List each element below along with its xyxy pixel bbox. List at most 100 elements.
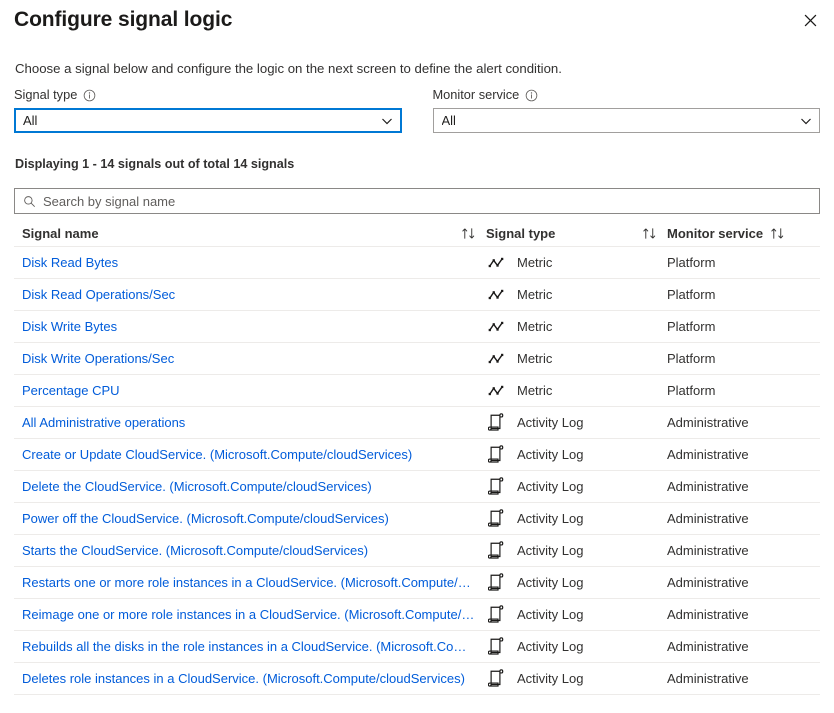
table-row[interactable]: Disk Write Operations/SecMetricPlatform [14, 343, 820, 375]
table-row[interactable]: Create or Update CloudService. (Microsof… [14, 439, 820, 471]
monitor-service-cell: Administrative [667, 447, 820, 462]
signal-name-link[interactable]: All Administrative operations [14, 415, 486, 430]
monitor-service-cell: Platform [667, 255, 820, 270]
signal-type-label: Metric [517, 383, 552, 398]
signal-name-link[interactable]: Disk Read Operations/Sec [14, 287, 486, 302]
signal-type-cell: Activity Log [486, 477, 667, 497]
column-header-label: Monitor service [667, 226, 763, 241]
sort-updown-icon [770, 227, 785, 240]
activity-log-scroll-icon [486, 541, 506, 561]
signal-type-label: Activity Log [517, 671, 583, 686]
signal-type-cell: Activity Log [486, 445, 667, 465]
table-row[interactable]: Rebuilds all the disks in the role insta… [14, 631, 820, 663]
monitor-service-cell: Platform [667, 287, 820, 302]
signal-name-link[interactable]: Starts the CloudService. (Microsoft.Comp… [14, 543, 486, 558]
table-row[interactable]: Restarts one or more role instances in a… [14, 567, 820, 599]
monitor-service-cell: Administrative [667, 607, 820, 622]
table-row[interactable]: Starts the CloudService. (Microsoft.Comp… [14, 535, 820, 567]
signal-name-link[interactable]: Power off the CloudService. (Microsoft.C… [14, 511, 486, 526]
table-row[interactable]: Disk Read Operations/Sec Metric Platform [14, 279, 820, 311]
activity-log-scroll-icon [486, 509, 506, 529]
table-body: Disk Read BytesMetricPlatformDisk Read O… [14, 247, 820, 695]
signal-type-cell: Activity Log [486, 637, 667, 657]
signal-type-label: Metric [517, 351, 552, 366]
table-row[interactable]: Deletes role instances in a CloudService… [14, 663, 820, 695]
signal-type-select[interactable]: All [14, 108, 402, 133]
activity-log-scroll-icon [486, 477, 506, 497]
signal-type-label: Activity Log [517, 479, 583, 494]
signal-type-label: Activity Log [517, 543, 583, 558]
signal-type-cell: Activity Log [486, 541, 667, 561]
metric-line-chart-icon [486, 317, 506, 337]
table-row[interactable]: Reimage one or more role instances in a … [14, 599, 820, 631]
signal-type-cell: Activity Log [486, 573, 667, 593]
signal-name-link[interactable]: Deletes role instances in a CloudService… [14, 671, 486, 686]
signal-type-label: Metric [517, 287, 552, 302]
signal-type-label: Activity Log [517, 607, 583, 622]
monitor-service-cell: Administrative [667, 543, 820, 558]
signal-name-link[interactable]: Reimage one or more role instances in a … [14, 607, 486, 622]
table-row[interactable]: All Administrative operations Activity Lo… [14, 407, 820, 439]
column-header-signal-name[interactable]: Signal name [14, 220, 486, 246]
search-box[interactable] [14, 188, 820, 214]
close-button[interactable] [795, 5, 825, 35]
signal-name-link[interactable]: Rebuilds all the disks in the role insta… [14, 639, 486, 654]
activity-log-scroll-icon [486, 637, 506, 657]
monitor-service-field: Monitor service All [433, 87, 821, 133]
signal-name-link[interactable]: Create or Update CloudService. (Microsof… [14, 447, 486, 462]
signal-type-label: Activity Log [517, 511, 583, 526]
search-icon [23, 195, 36, 208]
signal-name-link[interactable]: Delete the CloudService. (Microsoft.Comp… [14, 479, 486, 494]
signals-table: Signal name Signal type [14, 220, 820, 695]
monitor-service-cell: Platform [667, 319, 820, 334]
signal-type-value: All [23, 113, 37, 128]
metric-line-chart-icon [486, 285, 506, 305]
monitor-service-cell: Administrative [667, 479, 820, 494]
monitor-service-cell: Administrative [667, 671, 820, 686]
column-header-monitor-service[interactable]: Monitor service [667, 220, 820, 246]
signal-type-cell: Activity Log [486, 413, 667, 433]
results-count-text: Displaying 1 - 14 signals out of total 1… [15, 156, 294, 173]
sort-updown-icon [642, 227, 657, 240]
signal-type-cell: Activity Log [486, 605, 667, 625]
info-circle-icon [83, 89, 96, 102]
monitor-service-select[interactable]: All [433, 108, 821, 133]
info-icon[interactable] [525, 89, 538, 102]
activity-log-scroll-icon [486, 605, 506, 625]
signal-type-label: Activity Log [517, 575, 583, 590]
table-row[interactable]: Disk Write Bytes Metric Platform [14, 311, 820, 343]
filters-row: Signal type All Monitor service [14, 87, 820, 133]
table-row[interactable]: Percentage CPU Metric Platform [14, 375, 820, 407]
signal-type-label: Signal type [14, 87, 77, 103]
column-header-label: Signal type [486, 226, 555, 241]
info-icon[interactable] [83, 89, 96, 102]
column-header-signal-type[interactable]: Signal type [486, 220, 667, 246]
monitor-service-value: All [442, 113, 456, 128]
monitor-service-cell: Administrative [667, 639, 820, 654]
signal-name-link[interactable]: Disk Read Bytes [14, 255, 486, 270]
table-row[interactable]: Delete the CloudService. (Microsoft.Comp… [14, 471, 820, 503]
signal-type-label: Activity Log [517, 415, 583, 430]
monitor-service-cell: Administrative [667, 415, 820, 430]
signal-type-cell: Metric [486, 381, 667, 401]
signal-name-link[interactable]: Disk Write Bytes [14, 319, 486, 334]
signal-type-label-row: Signal type [14, 87, 402, 103]
info-circle-icon [525, 89, 538, 102]
signal-name-link[interactable]: Restarts one or more role instances in a… [14, 575, 486, 590]
table-header-row: Signal name Signal type [14, 220, 820, 247]
activity-log-scroll-icon [486, 445, 506, 465]
sort-updown-icon [461, 227, 476, 240]
signal-name-link[interactable]: Percentage CPU [14, 383, 486, 398]
panel-description: Choose a signal below and configure the … [15, 60, 562, 78]
monitor-service-cell: Platform [667, 383, 820, 398]
search-input[interactable] [43, 189, 811, 213]
signal-name-link[interactable]: Disk Write Operations/Sec [14, 351, 486, 366]
signal-type-label: Metric [517, 319, 552, 334]
column-header-label: Signal name [22, 226, 99, 241]
table-row[interactable]: Power off the CloudService. (Microsoft.C… [14, 503, 820, 535]
activity-log-scroll-icon [486, 669, 506, 689]
close-icon [804, 14, 817, 27]
table-row[interactable]: Disk Read BytesMetricPlatform [14, 247, 820, 279]
signal-type-cell: Activity Log [486, 669, 667, 689]
signal-type-cell: Activity Log [486, 509, 667, 529]
